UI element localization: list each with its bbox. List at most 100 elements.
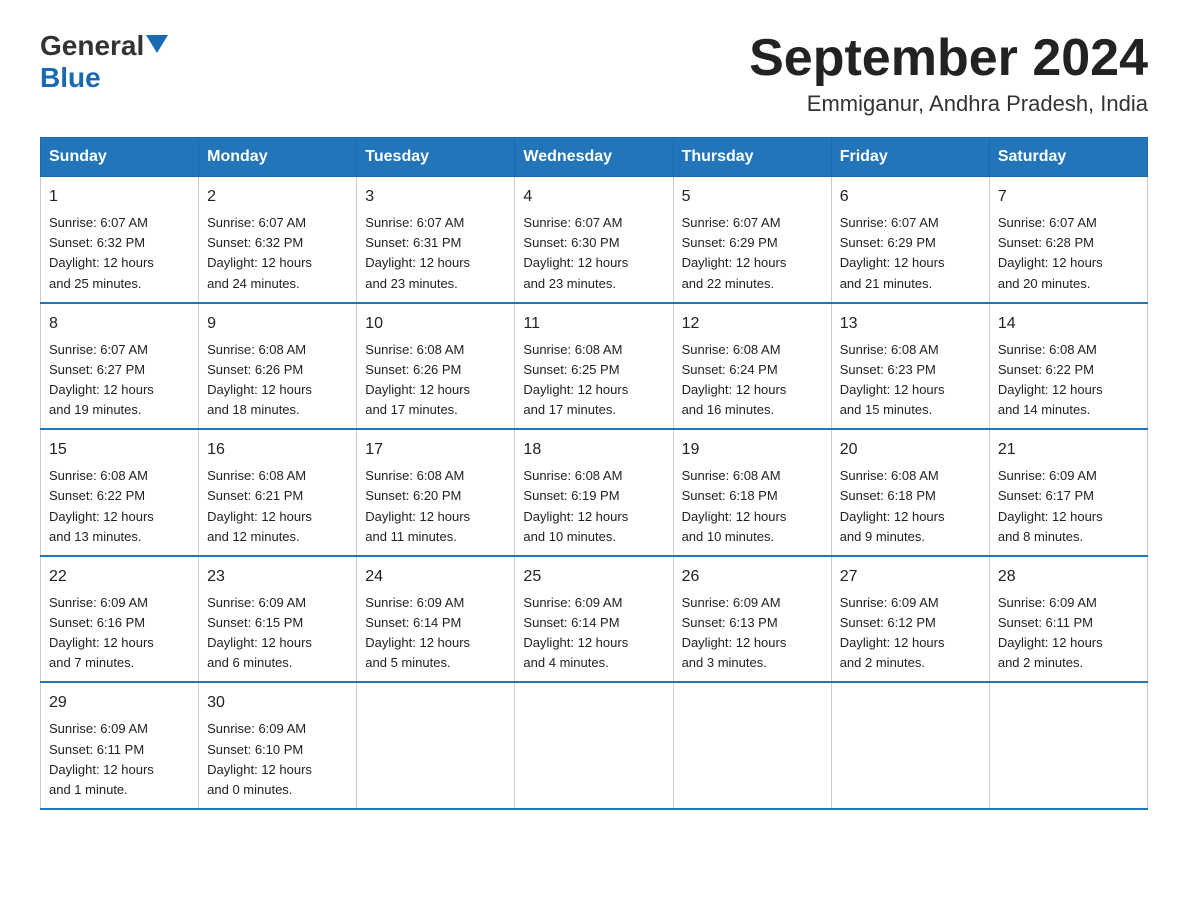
calendar-cell: 8 Sunrise: 6:07 AMSunset: 6:27 PMDayligh…	[41, 303, 199, 430]
weekday-header-row: SundayMondayTuesdayWednesdayThursdayFrid…	[41, 138, 1148, 177]
logo-triangle-icon	[146, 35, 168, 57]
calendar-week-row: 22 Sunrise: 6:09 AMSunset: 6:16 PMDaylig…	[41, 556, 1148, 683]
calendar-cell: 19 Sunrise: 6:08 AMSunset: 6:18 PMDaylig…	[673, 429, 831, 556]
day-info: Sunrise: 6:08 AMSunset: 6:25 PMDaylight:…	[523, 342, 628, 417]
calendar-cell: 9 Sunrise: 6:08 AMSunset: 6:26 PMDayligh…	[199, 303, 357, 430]
calendar-cell: 7 Sunrise: 6:07 AMSunset: 6:28 PMDayligh…	[989, 177, 1147, 303]
day-number: 25	[523, 565, 664, 589]
day-number: 17	[365, 438, 506, 462]
calendar-cell: 30 Sunrise: 6:09 AMSunset: 6:10 PMDaylig…	[199, 682, 357, 809]
day-info: Sunrise: 6:09 AMSunset: 6:15 PMDaylight:…	[207, 595, 312, 670]
day-info: Sunrise: 6:08 AMSunset: 6:24 PMDaylight:…	[682, 342, 787, 417]
calendar-cell: 20 Sunrise: 6:08 AMSunset: 6:18 PMDaylig…	[831, 429, 989, 556]
day-info: Sunrise: 6:09 AMSunset: 6:14 PMDaylight:…	[365, 595, 470, 670]
day-info: Sunrise: 6:08 AMSunset: 6:26 PMDaylight:…	[365, 342, 470, 417]
calendar-cell	[989, 682, 1147, 809]
day-info: Sunrise: 6:09 AMSunset: 6:11 PMDaylight:…	[998, 595, 1103, 670]
day-number: 6	[840, 185, 981, 209]
calendar-cell: 18 Sunrise: 6:08 AMSunset: 6:19 PMDaylig…	[515, 429, 673, 556]
weekday-header-wednesday: Wednesday	[515, 138, 673, 177]
day-number: 21	[998, 438, 1139, 462]
logo: General Blue	[40, 30, 168, 94]
day-info: Sunrise: 6:07 AMSunset: 6:29 PMDaylight:…	[682, 215, 787, 290]
calendar-cell: 11 Sunrise: 6:08 AMSunset: 6:25 PMDaylig…	[515, 303, 673, 430]
day-number: 10	[365, 312, 506, 336]
calendar-cell: 6 Sunrise: 6:07 AMSunset: 6:29 PMDayligh…	[831, 177, 989, 303]
logo-blue-text: Blue	[40, 62, 101, 94]
calendar-cell: 10 Sunrise: 6:08 AMSunset: 6:26 PMDaylig…	[357, 303, 515, 430]
day-info: Sunrise: 6:09 AMSunset: 6:13 PMDaylight:…	[682, 595, 787, 670]
day-info: Sunrise: 6:08 AMSunset: 6:18 PMDaylight:…	[840, 468, 945, 543]
day-info: Sunrise: 6:07 AMSunset: 6:30 PMDaylight:…	[523, 215, 628, 290]
day-number: 7	[998, 185, 1139, 209]
calendar-title: September 2024	[749, 30, 1148, 87]
calendar-cell: 12 Sunrise: 6:08 AMSunset: 6:24 PMDaylig…	[673, 303, 831, 430]
day-number: 24	[365, 565, 506, 589]
calendar-week-row: 1 Sunrise: 6:07 AMSunset: 6:32 PMDayligh…	[41, 177, 1148, 303]
day-number: 20	[840, 438, 981, 462]
calendar-cell: 21 Sunrise: 6:09 AMSunset: 6:17 PMDaylig…	[989, 429, 1147, 556]
day-number: 13	[840, 312, 981, 336]
day-info: Sunrise: 6:08 AMSunset: 6:21 PMDaylight:…	[207, 468, 312, 543]
day-info: Sunrise: 6:08 AMSunset: 6:19 PMDaylight:…	[523, 468, 628, 543]
day-number: 14	[998, 312, 1139, 336]
calendar-week-row: 15 Sunrise: 6:08 AMSunset: 6:22 PMDaylig…	[41, 429, 1148, 556]
calendar-cell	[673, 682, 831, 809]
day-number: 29	[49, 691, 190, 715]
weekday-header-sunday: Sunday	[41, 138, 199, 177]
day-number: 22	[49, 565, 190, 589]
calendar-cell: 4 Sunrise: 6:07 AMSunset: 6:30 PMDayligh…	[515, 177, 673, 303]
calendar-cell: 3 Sunrise: 6:07 AMSunset: 6:31 PMDayligh…	[357, 177, 515, 303]
calendar-cell: 23 Sunrise: 6:09 AMSunset: 6:15 PMDaylig…	[199, 556, 357, 683]
calendar-cell: 16 Sunrise: 6:08 AMSunset: 6:21 PMDaylig…	[199, 429, 357, 556]
calendar-cell	[515, 682, 673, 809]
day-info: Sunrise: 6:09 AMSunset: 6:11 PMDaylight:…	[49, 721, 154, 796]
weekday-header-friday: Friday	[831, 138, 989, 177]
day-info: Sunrise: 6:07 AMSunset: 6:28 PMDaylight:…	[998, 215, 1103, 290]
day-info: Sunrise: 6:07 AMSunset: 6:32 PMDaylight:…	[207, 215, 312, 290]
title-area: September 2024 Emmiganur, Andhra Pradesh…	[749, 30, 1148, 117]
day-info: Sunrise: 6:08 AMSunset: 6:23 PMDaylight:…	[840, 342, 945, 417]
calendar-cell: 29 Sunrise: 6:09 AMSunset: 6:11 PMDaylig…	[41, 682, 199, 809]
calendar-cell: 13 Sunrise: 6:08 AMSunset: 6:23 PMDaylig…	[831, 303, 989, 430]
day-number: 11	[523, 312, 664, 336]
day-number: 18	[523, 438, 664, 462]
calendar-cell: 14 Sunrise: 6:08 AMSunset: 6:22 PMDaylig…	[989, 303, 1147, 430]
logo-general-text: General	[40, 30, 144, 62]
day-number: 9	[207, 312, 348, 336]
calendar-cell: 1 Sunrise: 6:07 AMSunset: 6:32 PMDayligh…	[41, 177, 199, 303]
day-info: Sunrise: 6:09 AMSunset: 6:10 PMDaylight:…	[207, 721, 312, 796]
day-info: Sunrise: 6:08 AMSunset: 6:20 PMDaylight:…	[365, 468, 470, 543]
day-info: Sunrise: 6:09 AMSunset: 6:12 PMDaylight:…	[840, 595, 945, 670]
day-number: 23	[207, 565, 348, 589]
calendar-cell	[831, 682, 989, 809]
calendar-cell: 26 Sunrise: 6:09 AMSunset: 6:13 PMDaylig…	[673, 556, 831, 683]
day-number: 1	[49, 185, 190, 209]
calendar-cell: 2 Sunrise: 6:07 AMSunset: 6:32 PMDayligh…	[199, 177, 357, 303]
day-info: Sunrise: 6:07 AMSunset: 6:32 PMDaylight:…	[49, 215, 154, 290]
weekday-header-saturday: Saturday	[989, 138, 1147, 177]
page-header: General Blue September 2024 Emmiganur, A…	[40, 30, 1148, 117]
day-number: 5	[682, 185, 823, 209]
day-number: 30	[207, 691, 348, 715]
day-number: 3	[365, 185, 506, 209]
day-info: Sunrise: 6:09 AMSunset: 6:16 PMDaylight:…	[49, 595, 154, 670]
calendar-week-row: 8 Sunrise: 6:07 AMSunset: 6:27 PMDayligh…	[41, 303, 1148, 430]
day-info: Sunrise: 6:08 AMSunset: 6:18 PMDaylight:…	[682, 468, 787, 543]
calendar-cell: 15 Sunrise: 6:08 AMSunset: 6:22 PMDaylig…	[41, 429, 199, 556]
day-info: Sunrise: 6:07 AMSunset: 6:29 PMDaylight:…	[840, 215, 945, 290]
weekday-header-tuesday: Tuesday	[357, 138, 515, 177]
calendar-table: SundayMondayTuesdayWednesdayThursdayFrid…	[40, 137, 1148, 810]
calendar-cell	[357, 682, 515, 809]
day-number: 26	[682, 565, 823, 589]
weekday-header-monday: Monday	[199, 138, 357, 177]
day-number: 27	[840, 565, 981, 589]
day-info: Sunrise: 6:07 AMSunset: 6:31 PMDaylight:…	[365, 215, 470, 290]
day-info: Sunrise: 6:07 AMSunset: 6:27 PMDaylight:…	[49, 342, 154, 417]
weekday-header-thursday: Thursday	[673, 138, 831, 177]
day-number: 8	[49, 312, 190, 336]
day-number: 16	[207, 438, 348, 462]
calendar-cell: 17 Sunrise: 6:08 AMSunset: 6:20 PMDaylig…	[357, 429, 515, 556]
day-number: 4	[523, 185, 664, 209]
day-number: 2	[207, 185, 348, 209]
